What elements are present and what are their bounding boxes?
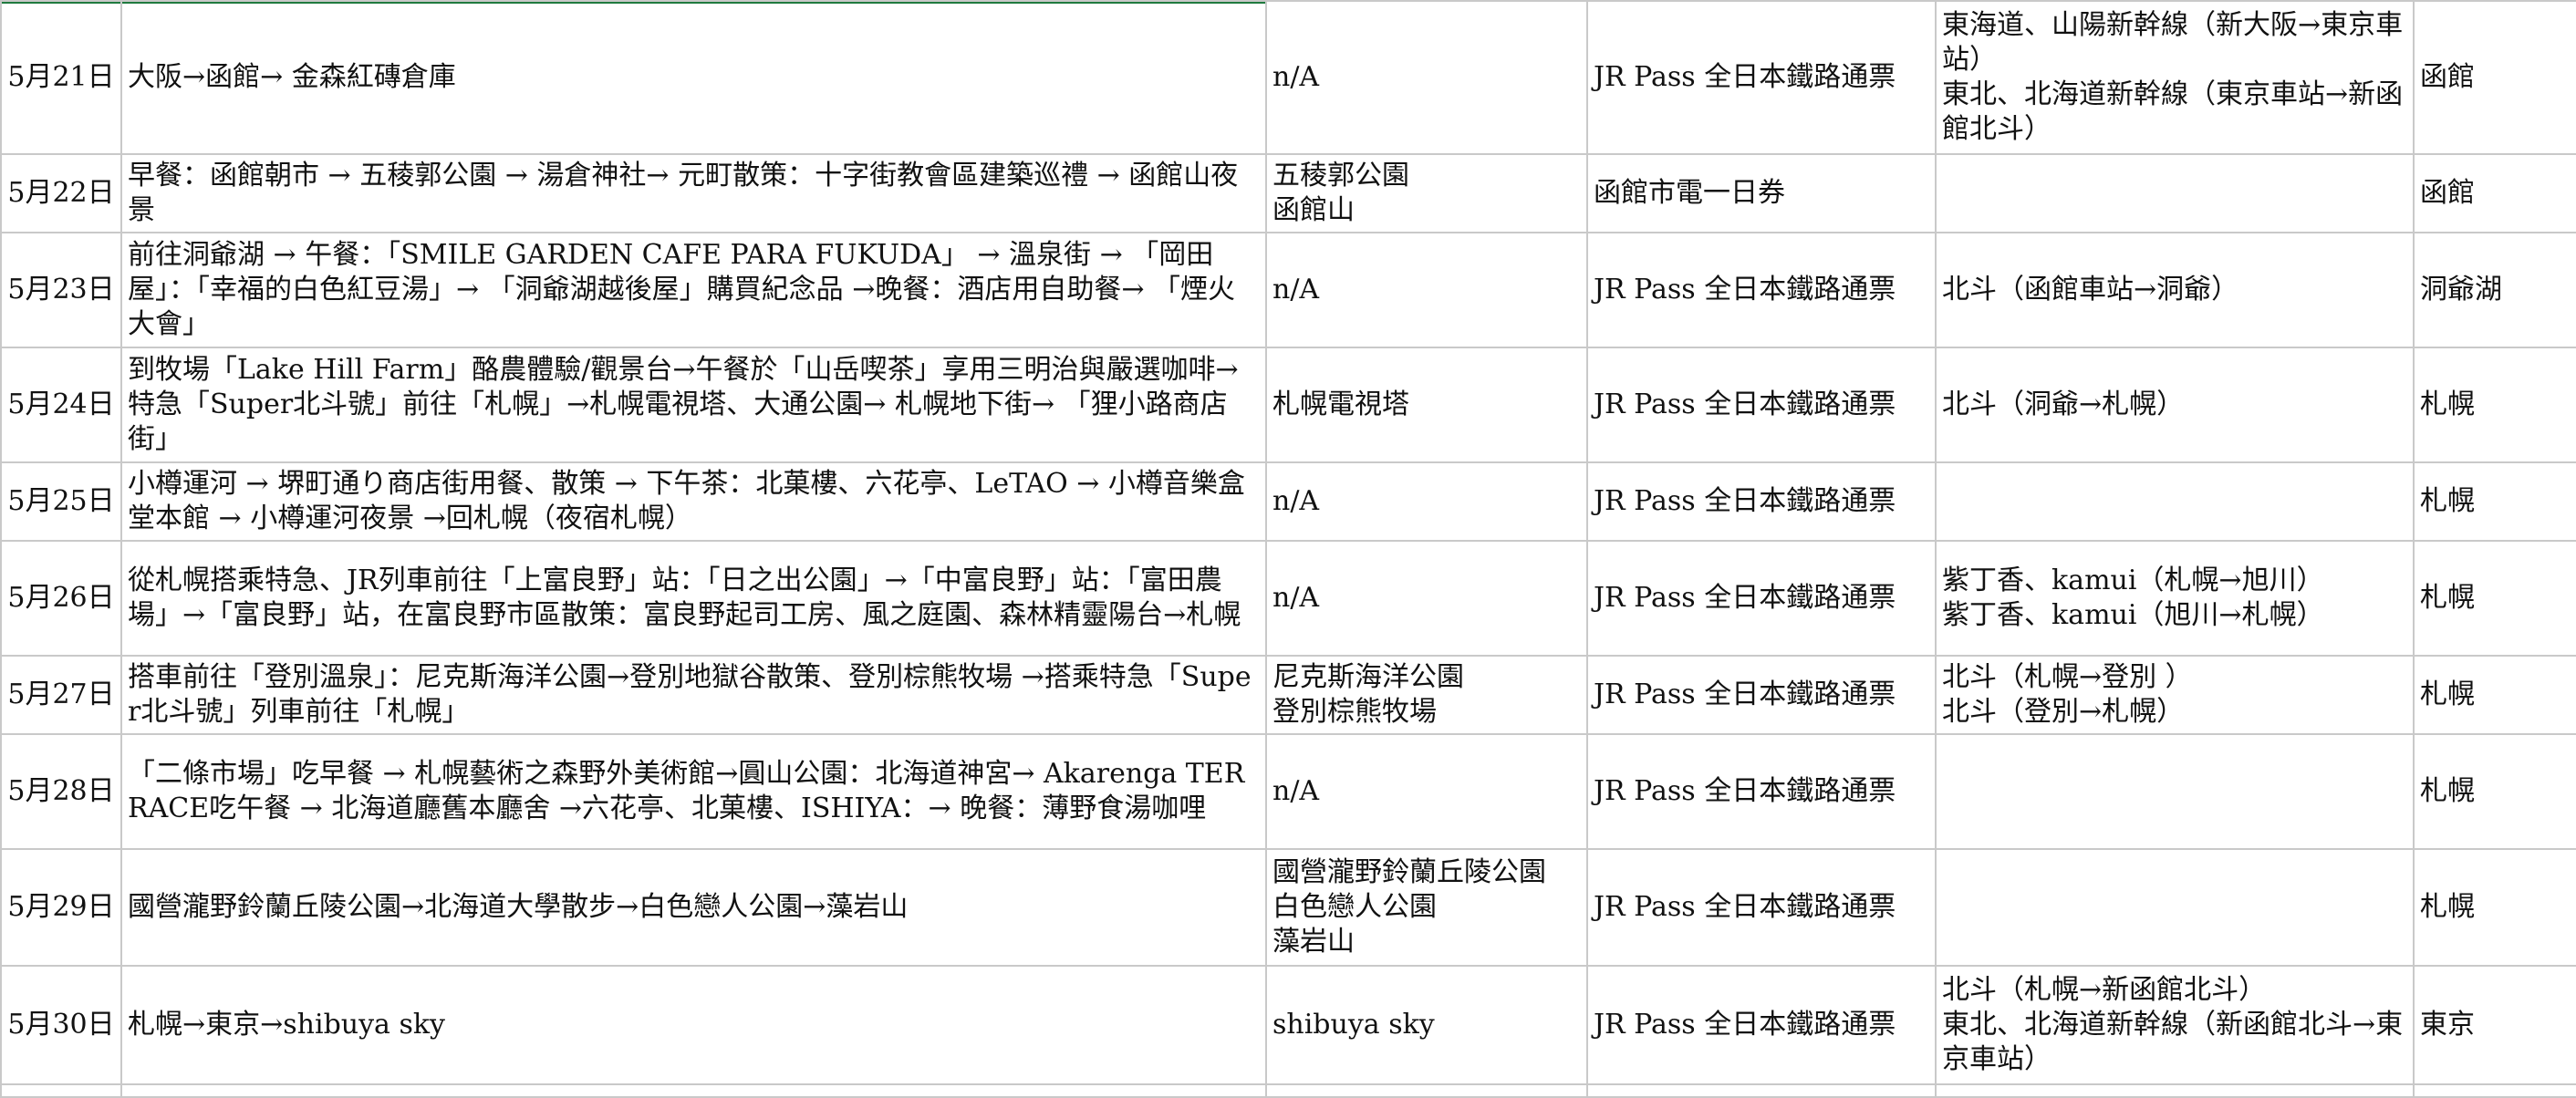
date-cell[interactable]: 5月23日 xyxy=(0,232,122,348)
itinerary-cell[interactable]: 大阪→函館→ 金森紅磚倉庫 xyxy=(120,0,1267,155)
table-row: 5月22日 早餐：函館朝市 → 五稜郭公園 → 湯倉神社→ 元町散策：十字街教會… xyxy=(0,153,2576,233)
itinerary-cell[interactable]: 札幌→東京→shibuya sky xyxy=(120,965,1267,1085)
table-row: 5月25日 小樽運河 → 堺町通り商店街用餐、散策 → 下午茶：北菓樓、六花亭、… xyxy=(0,461,2576,542)
attractions-cell[interactable]: 尼克斯海洋公園 登別棕熊牧場 xyxy=(1265,655,1588,735)
stay-cell[interactable]: 洞爺湖 xyxy=(2413,232,2576,348)
date-cell[interactable]: 5月26日 xyxy=(0,540,122,657)
date-cell[interactable]: 5月21日 xyxy=(0,0,122,155)
trains-cell[interactable]: 北斗（札幌→登別 ） 北斗（登別→札幌） xyxy=(1935,655,2415,735)
attractions-cell[interactable]: 國營瀧野鈴蘭丘陵公園 白色戀人公園 藻岩山 xyxy=(1265,848,1588,967)
attractions-cell[interactable]: 五稜郭公園 函館山 xyxy=(1265,153,1588,233)
stay-cell[interactable]: 札幌 xyxy=(2413,848,2576,967)
stay-cell[interactable]: 札幌 xyxy=(2413,655,2576,735)
date-cell[interactable]: 5月22日 xyxy=(0,153,122,233)
pass-cell[interactable]: JR Pass 全日本鐵路通票 xyxy=(1586,347,1937,463)
attractions-cell[interactable]: n/A xyxy=(1265,0,1588,155)
trains-cell[interactable] xyxy=(1935,733,2415,850)
pass-cell[interactable]: JR Pass 全日本鐵路通票 xyxy=(1586,0,1937,155)
itinerary-cell[interactable]: 搭車前往「登別溫泉」：尼克斯海洋公園→登別地獄谷散策、登別棕熊牧場 →搭乘特急「… xyxy=(120,655,1267,735)
pass-cell[interactable]: JR Pass 全日本鐵路通票 xyxy=(1586,461,1937,542)
itinerary-cell[interactable]: 前往洞爺湖 → 午餐：「SMILE GARDEN CAFE PARA FUKUD… xyxy=(120,232,1267,348)
itinerary-cell[interactable]: 小樽運河 → 堺町通り商店街用餐、散策 → 下午茶：北菓樓、六花亭、LeTAO … xyxy=(120,461,1267,542)
stay-cell[interactable]: 札幌 xyxy=(2413,461,2576,542)
trains-cell[interactable]: 北斗（洞爺→札幌） xyxy=(1935,347,2415,463)
trains-cell[interactable] xyxy=(1935,461,2415,542)
table-row: 5月21日 大阪→函館→ 金森紅磚倉庫 n/A JR Pass 全日本鐵路通票 … xyxy=(0,0,2576,155)
itinerary-cell[interactable]: 國營瀧野鈴蘭丘陵公園→北海道大學散步→白色戀人公園→藻岩山 xyxy=(120,848,1267,967)
date-cell[interactable]: 5月29日 xyxy=(0,848,122,967)
itinerary-cell[interactable]: 從札幌搭乘特急、JR列車前往「上富良野」站：「日之出公園」→「中富良野」站：「富… xyxy=(120,540,1267,657)
table-row: 5月29日 國營瀧野鈴蘭丘陵公園→北海道大學散步→白色戀人公園→藻岩山 國營瀧野… xyxy=(0,848,2576,967)
trains-cell[interactable]: 北斗（札幌→新函館北斗） 東北、北海道新幹線（新函館北斗→東京車站） xyxy=(1935,965,2415,1085)
pass-cell[interactable]: JR Pass 全日本鐵路通票 xyxy=(1586,733,1937,850)
attractions-cell[interactable]: n/A xyxy=(1265,461,1588,542)
table-row: 5月27日 搭車前往「登別溫泉」：尼克斯海洋公園→登別地獄谷散策、登別棕熊牧場 … xyxy=(0,655,2576,735)
pass-cell[interactable]: JR Pass 全日本鐵路通票 xyxy=(1586,655,1937,735)
attractions-cell[interactable]: 札幌電視塔 xyxy=(1265,347,1588,463)
stay-cell[interactable]: 札幌 xyxy=(2413,347,2576,463)
itinerary-cell[interactable]: 早餐：函館朝市 → 五稜郭公園 → 湯倉神社→ 元町散策：十字街教會區建築巡禮 … xyxy=(120,153,1267,233)
trains-cell[interactable] xyxy=(1935,153,2415,233)
date-cell[interactable]: 5月30日 xyxy=(0,965,122,1085)
pass-cell[interactable]: JR Pass 全日本鐵路通票 xyxy=(1586,540,1937,657)
date-cell[interactable]: 5月25日 xyxy=(0,461,122,542)
stay-cell[interactable]: 函館 xyxy=(2413,0,2576,155)
itinerary-cell[interactable]: 到牧場「Lake Hill Farm」酪農體驗/觀景台→午餐於「山岳喫茶」享用三… xyxy=(120,347,1267,463)
empty-cell[interactable] xyxy=(1265,1083,1588,1098)
table-row: 5月23日 前往洞爺湖 → 午餐：「SMILE GARDEN CAFE PARA… xyxy=(0,232,2576,348)
attractions-cell[interactable]: n/A xyxy=(1265,733,1588,850)
empty-cell[interactable] xyxy=(120,1083,1267,1098)
trains-cell[interactable]: 東海道、山陽新幹線（新大阪→東京車站） 東北、北海道新幹線（東京車站→新函館北斗… xyxy=(1935,0,2415,155)
empty-cell[interactable] xyxy=(0,1083,122,1098)
pass-cell[interactable]: JR Pass 全日本鐵路通票 xyxy=(1586,848,1937,967)
itinerary-spreadsheet: 5月21日 大阪→函館→ 金森紅磚倉庫 n/A JR Pass 全日本鐵路通票 … xyxy=(0,0,2576,1098)
stay-cell[interactable]: 札幌 xyxy=(2413,733,2576,850)
table-row: 5月24日 到牧場「Lake Hill Farm」酪農體驗/觀景台→午餐於「山岳… xyxy=(0,347,2576,463)
table-row-partial xyxy=(0,1083,2576,1098)
stay-cell[interactable]: 東京 xyxy=(2413,965,2576,1085)
pass-cell[interactable]: 函館市電一日券 xyxy=(1586,153,1937,233)
table-row: 5月26日 從札幌搭乘特急、JR列車前往「上富良野」站：「日之出公園」→「中富良… xyxy=(0,540,2576,657)
attractions-cell[interactable]: n/A xyxy=(1265,232,1588,348)
attractions-cell[interactable]: shibuya sky xyxy=(1265,965,1588,1085)
trains-cell[interactable]: 北斗（函館車站→洞爺） xyxy=(1935,232,2415,348)
stay-cell[interactable]: 札幌 xyxy=(2413,540,2576,657)
date-cell[interactable]: 5月24日 xyxy=(0,347,122,463)
empty-cell[interactable] xyxy=(1586,1083,1937,1098)
empty-cell[interactable] xyxy=(2413,1083,2576,1098)
attractions-cell[interactable]: n/A xyxy=(1265,540,1588,657)
table-row: 5月28日 「二條市場」吃早餐 → 札幌藝術之森野外美術館→圓山公園：北海道神宮… xyxy=(0,733,2576,850)
pass-cell[interactable]: JR Pass 全日本鐵路通票 xyxy=(1586,965,1937,1085)
empty-cell[interactable] xyxy=(1935,1083,2415,1098)
table-row: 5月30日 札幌→東京→shibuya sky shibuya sky JR P… xyxy=(0,965,2576,1085)
trains-cell[interactable]: 紫丁香、kamui（札幌→旭川） 紫丁香、kamui（旭川→札幌） xyxy=(1935,540,2415,657)
pass-cell[interactable]: JR Pass 全日本鐵路通票 xyxy=(1586,232,1937,348)
stay-cell[interactable]: 函館 xyxy=(2413,153,2576,233)
itinerary-cell[interactable]: 「二條市場」吃早餐 → 札幌藝術之森野外美術館→圓山公園：北海道神宮→ Akar… xyxy=(120,733,1267,850)
date-cell[interactable]: 5月28日 xyxy=(0,733,122,850)
trains-cell[interactable] xyxy=(1935,848,2415,967)
date-cell[interactable]: 5月27日 xyxy=(0,655,122,735)
